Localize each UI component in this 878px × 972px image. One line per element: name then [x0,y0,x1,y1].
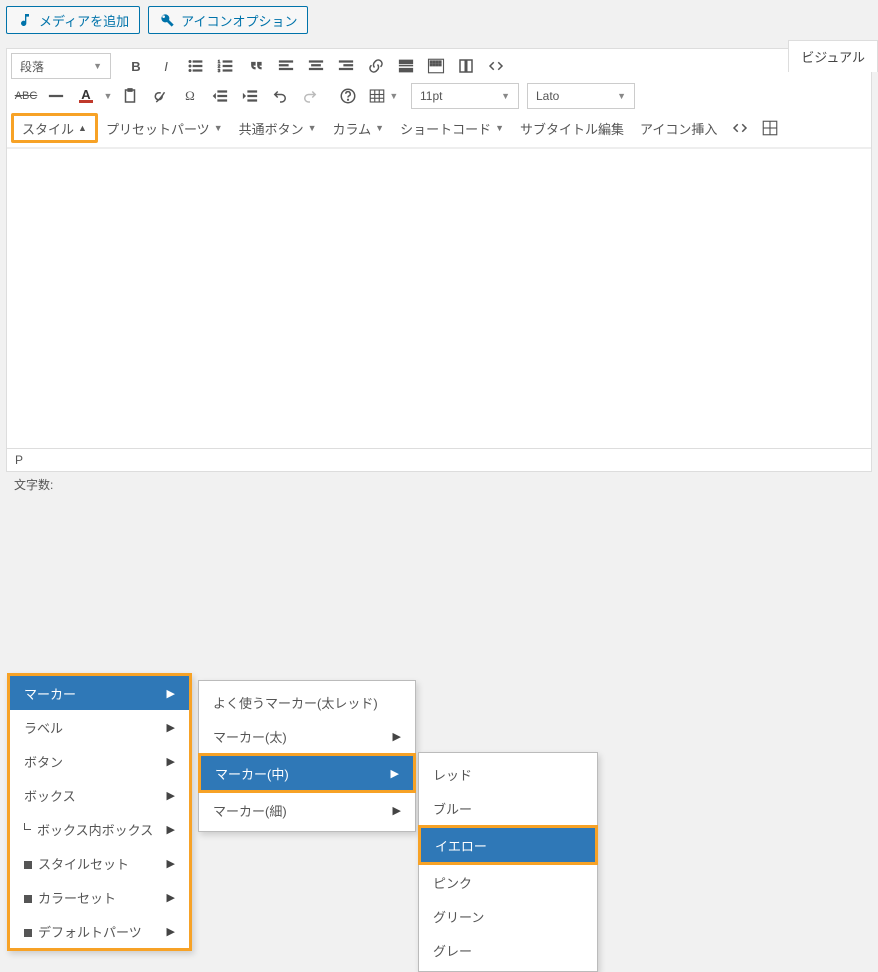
style-menu-item[interactable]: カラーセット▶ [10,880,189,914]
undo-button[interactable] [265,83,295,109]
editor-toolbar: 段落 ▼ B I 123 ABC A [7,49,871,148]
readmore-button[interactable] [391,53,421,79]
submenu-arrow-icon: ▶ [393,804,401,817]
color-menu-item[interactable]: グレー [419,933,597,967]
paste-text-button[interactable] [115,83,145,109]
link-button[interactable] [361,53,391,79]
charcount-label: 文字数: [6,472,872,497]
fullscreen-button[interactable] [451,53,481,79]
color-menu-item[interactable]: ブルー [419,791,597,825]
submenu-arrow-icon: ▶ [167,823,175,836]
submenu-arrow-icon: ▶ [167,789,175,802]
submenu-arrow-icon: ▶ [167,687,175,700]
marker-submenu-item[interactable]: マーカー(細)▶ [199,793,415,827]
style-menu-item[interactable]: ボックス内ボックス▶ [10,812,189,846]
style-menu-item[interactable]: デフォルトパーツ▶ [10,914,189,948]
style-menu-item[interactable]: ラベル▶ [10,710,189,744]
submenu-arrow-icon: ▶ [167,891,175,904]
marker-medium-submenu: レッドブルーイエローピンクグリーングレー [418,752,598,972]
special-char-button[interactable]: Ω [175,83,205,109]
caret-up-icon: ▲ [78,123,87,133]
dropdown-caret-icon: ▼ [93,61,102,71]
submenu-arrow-icon: ▶ [391,767,399,780]
strikethrough-button[interactable]: ABC [11,83,41,109]
wrench-icon [159,12,175,28]
editor-content[interactable] [7,148,871,448]
subtitle-edit-button[interactable]: サブタイトル編集 [512,114,632,142]
music-note-icon [17,12,33,28]
font-size-select[interactable]: 11pt▼ [411,83,519,109]
ul-button[interactable] [181,53,211,79]
submenu-arrow-icon: ▶ [393,730,401,743]
icon-options-label: アイコンオプション [181,11,297,30]
outdent-button[interactable] [205,83,235,109]
align-right-button[interactable] [331,53,361,79]
style-menu-item[interactable]: マーカー▶ [10,676,189,710]
style-menu: マーカー▶ラベル▶ボタン▶ボックス▶ボックス内ボックス▶スタイルセット▶カラーセ… [7,673,192,951]
submenu-arrow-icon: ▶ [167,721,175,734]
dropdown-caret-icon: ▼ [501,91,510,101]
blockquote-button[interactable] [241,53,271,79]
code-button[interactable] [481,53,511,79]
style-menu-item[interactable]: ボタン▶ [10,744,189,778]
shortcode-dropdown[interactable]: ショートコード▼ [392,114,512,142]
align-center-button[interactable] [301,53,331,79]
marker-submenu-item[interactable]: マーカー(太)▶ [199,719,415,753]
submenu-arrow-icon: ▶ [167,755,175,768]
add-media-button[interactable]: メディアを追加 [6,6,140,34]
font-family-select[interactable]: Lato▼ [527,83,635,109]
preset-parts-dropdown[interactable]: プリセットパーツ▼ [98,114,231,142]
align-left-button[interactable] [271,53,301,79]
add-media-label: メディアを追加 [39,11,129,30]
column-dropdown[interactable]: カラム▼ [325,114,393,142]
italic-button[interactable]: I [151,53,181,79]
toolbar-toggle-button[interactable] [421,53,451,79]
submenu-arrow-icon: ▶ [167,925,175,938]
icon-insert-button[interactable]: アイコン挿入 [632,114,725,142]
tab-visual[interactable]: ビジュアル [788,40,878,72]
hr-button[interactable] [41,83,71,109]
format-select[interactable]: 段落 ▼ [11,53,111,79]
table-button[interactable]: ▼ [363,83,403,109]
color-menu-item[interactable]: ピンク [419,865,597,899]
dropdown-caret-icon: ▼ [617,91,626,101]
clear-formatting-button[interactable] [145,83,175,109]
svg-text:3: 3 [218,68,221,73]
caret-down-icon: ▼ [495,123,504,133]
status-path: P [7,448,871,471]
submenu-arrow-icon: ▶ [167,857,175,870]
icon-options-button[interactable]: アイコンオプション [148,6,308,34]
bold-button[interactable]: B [121,53,151,79]
redo-button[interactable] [295,83,325,109]
marker-submenu-item[interactable]: よく使うマーカー(太レッド) [199,685,415,719]
caret-down-icon: ▼ [308,123,317,133]
color-menu-item[interactable]: グリーン [419,899,597,933]
code-inline-button[interactable] [725,115,755,141]
ol-button[interactable]: 123 [211,53,241,79]
style-menu-item[interactable]: ボックス▶ [10,778,189,812]
caret-down-icon: ▼ [214,123,223,133]
color-menu-item[interactable]: レッド [419,757,597,791]
marker-submenu-item[interactable]: マーカー(中)▶ [201,756,413,790]
style-dropdown[interactable]: スタイル ▲ [11,113,98,143]
text-color-dropdown-button[interactable]: ▼ [101,83,115,109]
caret-down-icon: ▼ [375,123,384,133]
text-color-button[interactable]: A [71,83,101,109]
editor-container: 段落 ▼ B I 123 ABC A [6,48,872,472]
common-button-dropdown[interactable]: 共通ボタン▼ [231,114,325,142]
style-menu-item[interactable]: スタイルセット▶ [10,846,189,880]
help-button[interactable] [333,83,363,109]
indent-button[interactable] [235,83,265,109]
marker-submenu: よく使うマーカー(太レッド)マーカー(太)▶マーカー(中)▶マーカー(細)▶ [198,680,416,832]
color-menu-item[interactable]: イエロー [421,828,595,862]
grid-button[interactable] [755,115,785,141]
